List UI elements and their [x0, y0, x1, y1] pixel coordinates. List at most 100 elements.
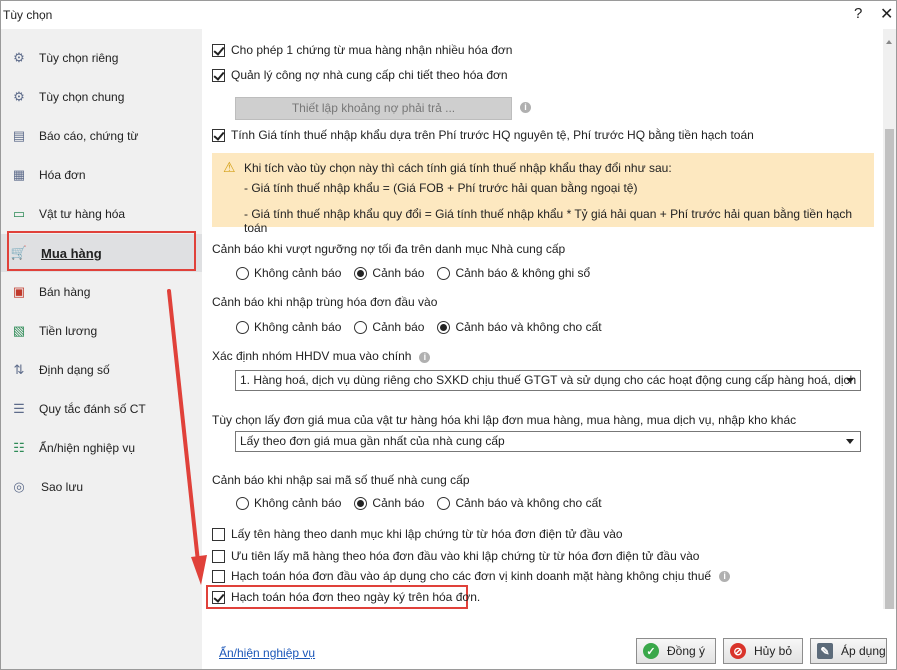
apply-button[interactable]: ✎ Áp dụng — [810, 638, 887, 664]
radio-label: Cảnh báo — [372, 320, 425, 334]
window-title: Tùy chọn — [3, 8, 53, 22]
sidebar-item-label: Bán hàng — [39, 285, 91, 299]
duplicate-invoice-label: Cảnh báo khi nhập trùng hóa đơn đầu vào — [212, 295, 438, 309]
radio[interactable] — [437, 320, 451, 334]
sidebar-item-label: Ẩn/hiện nghiệp vụ — [39, 441, 136, 455]
hhdv-group-select[interactable]: 1. Hàng hoá, dịch vụ dùng riêng cho SXKD… — [235, 370, 861, 391]
checkbox-multi-invoice[interactable]: Cho phép 1 chứng từ mua hàng nhận nhiều … — [212, 43, 512, 57]
scroll-up-icon[interactable] — [886, 40, 892, 44]
cancel-button[interactable]: ⊘ Hủy bỏ — [723, 638, 803, 664]
radio[interactable] — [236, 320, 249, 334]
sidebar-item-tuy-chon-chung[interactable]: ⚙ Tùy chọn chung — [1, 78, 202, 116]
radio-option[interactable]: Cảnh báo và không cho cất — [437, 320, 602, 334]
numbered-list-icon: ☰ — [13, 401, 25, 416]
select-value: Lấy theo đơn giá mua gần nhất của nhà cu… — [240, 434, 505, 448]
checkbox-debt-detail[interactable]: Quản lý công nợ nhà cung cấp chi tiết th… — [212, 68, 508, 82]
setup-payable-range-button[interactable]: Thiết lập khoảng nợ phải trả ... — [235, 97, 512, 120]
radio[interactable] — [354, 266, 368, 280]
title-bar: Tùy chọn ? ✕ — [1, 1, 896, 29]
checkbox-label: Lấy tên hàng theo danh mục khi lập chứng… — [231, 527, 623, 541]
scrollbar-thumb[interactable] — [885, 129, 894, 609]
close-button[interactable]: ✕ — [880, 4, 893, 24]
check-icon: ✓ — [643, 643, 659, 659]
checkbox[interactable] — [212, 590, 225, 604]
checkbox-item-name[interactable]: Lấy tên hàng theo danh mục khi lập chứng… — [212, 527, 623, 541]
debt-warning-label: Cảnh báo khi vượt ngưỡng nợ tối đa trên … — [212, 242, 566, 256]
debt-warning-radio-group: Không cảnh báo Cảnh báo Cảnh báo & không… — [236, 266, 590, 280]
info-icon: i — [419, 352, 431, 363]
tax-code-warning-label: Cảnh báo khi nhập sai mã số thuế nhà cun… — [212, 473, 470, 487]
radio[interactable] — [354, 320, 368, 334]
store-icon: ▣ — [12, 284, 26, 299]
checkbox[interactable] — [212, 527, 225, 541]
sidebar-item-label: Định dạng số — [39, 363, 110, 377]
toggle-operations-link[interactable]: Ẩn/hiện nghiệp vụ — [219, 646, 315, 660]
checkbox[interactable] — [212, 569, 225, 583]
checkbox[interactable] — [212, 68, 225, 82]
sidebar-item-hoa-don[interactable]: ▦ Hóa đơn — [1, 156, 202, 194]
duplicate-invoice-radio-group: Không cảnh báo Cảnh báo Cảnh báo và khôn… — [236, 320, 602, 334]
checkbox-sign-date[interactable]: Hạch toán hóa đơn theo ngày ký trên hóa … — [212, 590, 480, 604]
checkbox-label: Cho phép 1 chứng từ mua hàng nhận nhiều … — [231, 43, 513, 57]
radio-label: Không cảnh báo — [254, 496, 342, 510]
select-value: 1. Hàng hoá, dịch vụ dùng riêng cho SXKD… — [240, 373, 857, 387]
radio-option[interactable]: Cảnh báo — [354, 496, 424, 510]
button-label: Áp dụng — [841, 644, 886, 658]
checkbox[interactable] — [212, 128, 225, 142]
agree-button[interactable]: ✓ Đồng ý — [636, 638, 716, 664]
radio-option[interactable]: Không cảnh báo — [236, 320, 341, 334]
gear-icon: ⚙ — [13, 50, 25, 65]
sidebar-item-vat-tu[interactable]: ▭ Vật tư hàng hóa — [1, 195, 202, 233]
radio-label: Không cảnh báo — [254, 320, 342, 334]
radio-option[interactable]: Cảnh báo & không ghi sổ — [437, 266, 590, 280]
checklist-icon: ☷ — [13, 440, 25, 455]
checkbox-label: Hạch toán hóa đơn đầu vào áp dụng cho cá… — [231, 569, 712, 583]
sidebar-item-label: Tiền lương — [39, 324, 98, 338]
help-button[interactable]: ? — [854, 5, 862, 22]
radio-option[interactable]: Không cảnh báo — [236, 496, 341, 510]
vertical-scrollbar[interactable] — [883, 29, 896, 609]
sidebar-item-label: Sao lưu — [41, 480, 84, 494]
radio[interactable] — [354, 496, 368, 510]
chevron-down-icon — [846, 378, 854, 383]
radio-label: Cảnh báo & không ghi sổ — [455, 266, 591, 280]
radio[interactable] — [236, 496, 249, 510]
sidebar-item-label: Tùy chọn riêng — [39, 51, 119, 65]
chevron-down-icon — [846, 439, 854, 444]
info-icon: i — [520, 102, 531, 113]
checkbox[interactable] — [212, 549, 225, 563]
radio[interactable] — [437, 496, 451, 510]
checkbox-non-taxable[interactable]: Hạch toán hóa đơn đầu vào áp dụng cho cá… — [212, 569, 731, 583]
hhdv-group-label: Xác định nhóm HHDV mua vào chính i — [212, 349, 431, 363]
radio-option[interactable]: Cảnh báo — [354, 266, 424, 280]
dialog-footer: Ẩn/hiện nghiệp vụ ✓ Đồng ý ⊘ Hủy bỏ ✎ Áp… — [202, 631, 896, 669]
unit-price-label: Tùy chọn lấy đơn giá mua của vật tư hàng… — [212, 413, 797, 427]
radio-option[interactable]: Không cảnh báo — [236, 266, 341, 280]
warning-icon: ⚠ — [223, 159, 236, 175]
cancel-icon: ⊘ — [730, 643, 746, 659]
checkbox-item-code[interactable]: Ưu tiên lấy mã hàng theo hóa đơn đầu vào… — [212, 549, 699, 563]
radio[interactable] — [236, 266, 249, 280]
sidebar-item-label: Quy tắc đánh số CT — [39, 402, 146, 416]
radio-label: Không cảnh báo — [254, 266, 342, 280]
checkbox[interactable] — [212, 43, 225, 57]
radio-option[interactable]: Cảnh báo — [354, 320, 424, 334]
radio-option[interactable]: Cảnh báo và không cho cất — [437, 496, 602, 510]
sidebar-item-bao-cao[interactable]: ▤ Báo cáo, chứng từ — [1, 117, 202, 155]
money-icon: ▧ — [12, 323, 26, 338]
radio[interactable] — [437, 266, 451, 280]
radio-label: Cảnh báo — [372, 496, 425, 510]
radio-label: Cảnh báo và không cho cất — [455, 496, 602, 510]
checkbox-label: Tính Giá tính thuế nhập khẩu dựa trên Ph… — [231, 128, 754, 142]
database-icon: ◎ — [13, 479, 25, 494]
warning-box: ⚠ Khi tích vào tùy chọn này thì cách tín… — [212, 153, 874, 235]
button-label: Đồng ý — [667, 644, 706, 658]
sidebar-item-label: Báo cáo, chứng từ — [39, 129, 139, 143]
checkbox-import-tax[interactable]: Tính Giá tính thuế nhập khẩu dựa trên Ph… — [212, 128, 754, 142]
report-icon: ▤ — [12, 128, 26, 143]
info-icon: i — [719, 570, 731, 582]
unit-price-select[interactable]: Lấy theo đơn giá mua gần nhất của nhà cu… — [235, 431, 861, 452]
sidebar-item-tuy-chon-rieng[interactable]: ⚙ Tùy chọn riêng — [1, 39, 202, 77]
checkbox-label: Quản lý công nợ nhà cung cấp chi tiết th… — [231, 68, 508, 82]
checkbox-label: Hạch toán hóa đơn theo ngày ký trên hóa … — [231, 590, 481, 604]
